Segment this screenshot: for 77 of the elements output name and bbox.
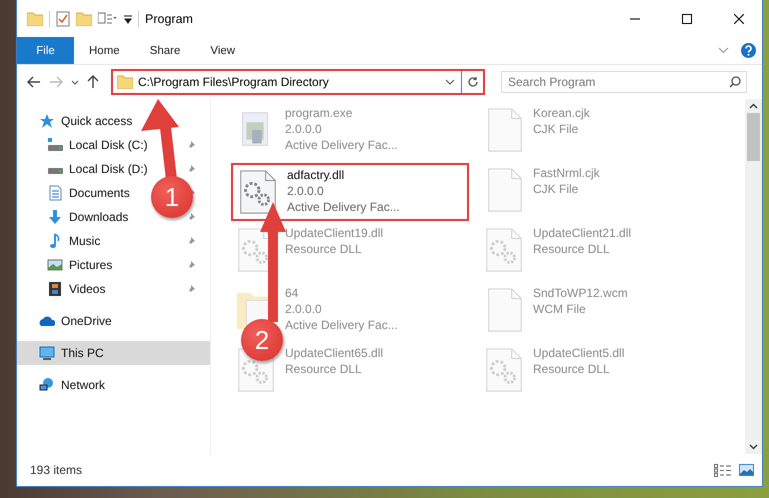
navigation-item[interactable]: Downloads (69, 210, 128, 224)
ribbon-tab[interactable]: Share (134, 37, 196, 64)
ribbon-tab[interactable]: View (195, 37, 250, 64)
down-arrow-icon (49, 210, 61, 224)
file-name: Korean.cjk (533, 106, 590, 120)
file-detail: CJK File (533, 182, 580, 196)
scrollbar-thumb[interactable] (747, 113, 760, 161)
hard-drive-icon (48, 168, 63, 174)
folder-icon (117, 75, 133, 89)
navigation-item[interactable]: Documents (69, 186, 130, 200)
file-detail: Active Delivery Fac... (285, 138, 398, 152)
file-name: adfactry.dll (287, 168, 346, 182)
recent-locations-button[interactable] (71, 80, 79, 84)
checklist-icon[interactable] (56, 10, 70, 26)
navigation-item[interactable]: Pictures (69, 258, 112, 272)
properties-icon[interactable] (98, 12, 118, 26)
back-button[interactable] (27, 76, 41, 88)
search-field[interactable]: Search Program (501, 71, 747, 93)
navigation-item[interactable]: Music (69, 234, 100, 248)
star-icon (40, 114, 54, 128)
monitor-icon (40, 346, 54, 360)
film-icon (49, 282, 61, 296)
file-name: FastNrml.cjk (533, 166, 600, 180)
navigation-item[interactable]: This PC (17, 341, 210, 365)
hard-drive-icon (48, 138, 63, 151)
file-detail: 2.0.0.0 (285, 122, 323, 136)
expand-ribbon-icon[interactable] (718, 47, 729, 54)
file-name: UpdateClient19.dll (285, 226, 384, 240)
navigation-item[interactable]: Local Disk (D:) (69, 162, 148, 176)
file-name: UpdateClient21.dll (533, 226, 632, 240)
network-icon (40, 378, 53, 390)
up-button[interactable] (87, 75, 99, 89)
folder-icon (27, 12, 43, 26)
ribbon-tab[interactable]: Home (74, 37, 135, 64)
close-icon (734, 14, 744, 24)
item-count: 193 items (30, 463, 84, 477)
document-icon (50, 186, 62, 200)
dropdown-icon (445, 79, 455, 85)
details-view-icon[interactable] (714, 464, 731, 476)
file-name: program.exe (285, 106, 354, 120)
scroll-down-icon[interactable] (749, 444, 758, 450)
file-detail: Resource DLL (533, 362, 611, 376)
refresh-icon (466, 76, 478, 88)
file-name: SndToWP12.wcm (533, 286, 628, 300)
music-note-icon (50, 233, 60, 248)
file-detail: CJK File (533, 122, 580, 136)
maximize-icon (682, 14, 692, 24)
dropdown-icon[interactable] (124, 14, 132, 24)
large-icons-view-icon[interactable] (739, 464, 754, 476)
file-detail: Active Delivery Fac... (285, 318, 398, 332)
file-name: UpdateClient65.dll (285, 346, 384, 360)
window-title: Program (145, 12, 194, 26)
search-icon (729, 76, 741, 88)
file-detail: Resource DLL (533, 242, 611, 256)
address-path: C:\Program Files\Program Directory (137, 75, 330, 89)
address-bar[interactable]: C:\Program Files\Program Directory (111, 69, 485, 95)
file-menu-button[interactable]: File (17, 37, 74, 64)
scrollbar[interactable] (745, 99, 762, 454)
navigation-item[interactable]: Videos (69, 282, 106, 296)
file-detail: Resource DLL (285, 362, 363, 376)
file-detail: Resource DLL (285, 242, 363, 256)
file-name: UpdateClient5.dll (533, 346, 624, 360)
cloud-icon (40, 316, 55, 326)
navigation-item[interactable]: Quick access (17, 109, 210, 133)
navigation-item[interactable]: Local Disk (C:) (69, 138, 148, 152)
file-name: 64 (285, 286, 300, 300)
navigation-item[interactable]: OneDrive (17, 309, 210, 333)
file-detail: WCM File (533, 302, 587, 316)
file-item[interactable]: adfactry.dll 2.0.0.0 Active Delivery Fac... (231, 163, 469, 221)
file-detail: 2.0.0.0 (287, 184, 325, 198)
help-icon[interactable] (741, 43, 756, 58)
scroll-up-icon[interactable] (749, 103, 758, 109)
picture-icon (48, 260, 62, 270)
new-folder-icon (76, 12, 92, 26)
file-detail: Active Delivery Fac... (287, 200, 400, 214)
file-detail: 2.0.0.0 (285, 302, 323, 316)
navigation-item[interactable]: Network (17, 373, 210, 397)
